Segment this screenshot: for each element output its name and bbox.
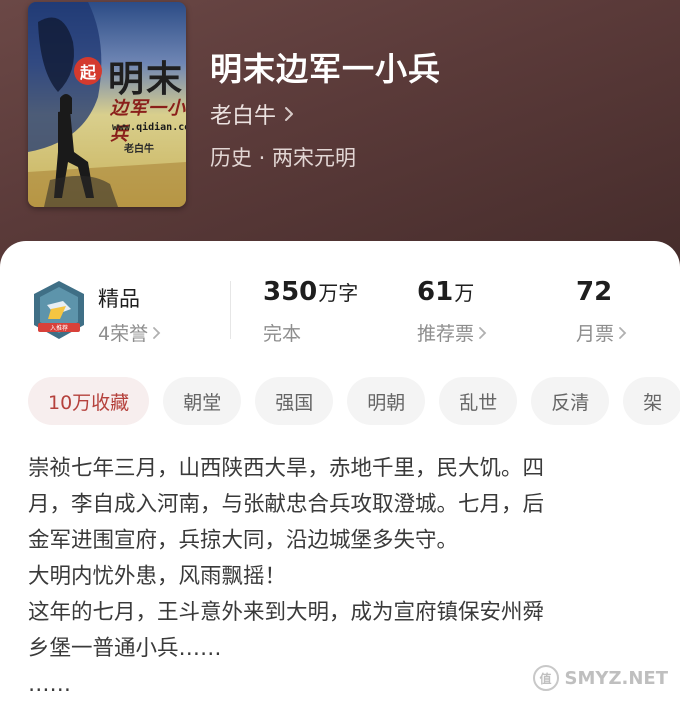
description-line: 月，李自成入河南，与张献忠合兵攻取澄城。七月，后 (28, 492, 545, 517)
svg-text:入推荐: 入推荐 (50, 324, 68, 332)
book-title: 明末边军一小兵 (210, 50, 442, 88)
book-genre: 历史 · 两宋元明 (210, 146, 357, 170)
recommend-votes-label: 推荐票 (417, 323, 475, 345)
description-line: 金军进围宣府，兵掠大同，沿边城堡多失守。 (28, 528, 459, 553)
tag-mingchao[interactable]: 明朝 (347, 377, 426, 425)
recommend-votes-value: 61 (417, 277, 454, 307)
description-line: 崇祯七年三月，山西陕西大旱，赤地千里，民大饥。四 (28, 456, 545, 481)
watermark-icon: 值 (532, 665, 559, 691)
book-description[interactable]: 崇祯七年三月，山西陕西大旱，赤地千里，民大饥。四 月，李自成入河南，与张献忠合兵… (28, 451, 658, 701)
honor-count: 4荣誉 (98, 323, 149, 345)
chevron-right-icon (285, 107, 294, 121)
tag-luanshi[interactable]: 乱世 (439, 377, 518, 425)
author-name: 老白牛 (210, 104, 277, 129)
watermark-text: SMYZ.NET (564, 667, 668, 689)
chevron-right-icon (153, 326, 161, 339)
monthly-votes: 72 (576, 277, 612, 307)
tag-list: 10万收藏 朝堂 强国 明朝 乱世 反清 架 (28, 377, 680, 427)
cover-subtitle: 边军一小兵 (110, 98, 186, 145)
word-count-unit: 万字 (318, 281, 359, 305)
honor-count-link[interactable]: 4荣誉 (98, 319, 161, 346)
book-status: 完本 (263, 323, 302, 345)
cover-author: 老白牛 (124, 144, 154, 155)
book-header: 起 明末 边军一小兵 www.qidian.com 老白牛 明末边军一小兵 老白… (0, 0, 680, 270)
description-line: 大明内忧外患，风雨飘摇！ (28, 564, 287, 589)
tag-qiangguo[interactable]: 强国 (255, 377, 334, 425)
word-count-value: 350 (263, 277, 318, 307)
tag-collections[interactable]: 10万收藏 (28, 377, 150, 425)
recommend-votes-unit: 万 (454, 281, 475, 305)
stats-row: 入推荐 精品 4荣誉 350万字 完本 61万 推荐票 72 月票 (0, 275, 680, 355)
cover-publisher-logo: 起 (74, 57, 102, 85)
honor-label: 精品 (98, 287, 140, 311)
word-count: 350万字 (263, 277, 358, 307)
tag-partial[interactable]: 架 (623, 377, 680, 425)
watermark: 值 SMYZ.NET (532, 665, 668, 691)
monthly-votes-label: 月票 (576, 323, 615, 345)
cover-site: www.qidian.com (112, 122, 186, 133)
description-line: 这年的七月，王斗意外来到大明，成为宣府镇保安州舜 (28, 600, 545, 625)
stats-divider (230, 281, 231, 339)
recommend-votes: 61万 (417, 277, 474, 307)
chevron-right-icon (619, 326, 627, 339)
tag-fanqing[interactable]: 反清 (531, 377, 610, 425)
book-cover[interactable]: 起 明末 边军一小兵 www.qidian.com 老白牛 (28, 2, 186, 207)
recommend-votes-link[interactable]: 推荐票 (417, 319, 487, 346)
description-line: 乡堡一普通小兵…… (28, 636, 222, 661)
honor-badge-icon[interactable]: 入推荐 (30, 279, 88, 341)
monthly-votes-link[interactable]: 月票 (576, 319, 627, 346)
author-link[interactable]: 老白牛 (210, 98, 294, 130)
book-info-card: 入推荐 精品 4荣誉 350万字 完本 61万 推荐票 72 月票 10万收藏 … (0, 241, 680, 701)
monthly-votes-value: 72 (576, 277, 613, 307)
chevron-right-icon (479, 326, 487, 339)
tag-chaotang[interactable]: 朝堂 (163, 377, 242, 425)
